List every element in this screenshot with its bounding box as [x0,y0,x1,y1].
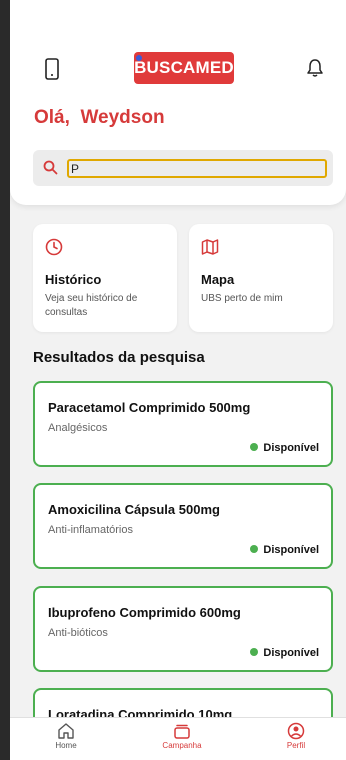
history-tile[interactable]: Histórico Veja seu histórico de consulta… [33,224,177,332]
history-title: Histórico [45,272,102,287]
status-label: Disponível [263,544,319,556]
medicine-name: Amoxicilina Cápsula 500mg [48,502,220,517]
app-logo: BUSCAMED [134,52,234,84]
medicine-category: Anti-inflamatórios [48,524,133,536]
greeting-title: Olá, Weydson [34,107,165,128]
app-screen: BUSCAMED Olá, Weydson Histórico Veja seu… [10,0,346,760]
nav-item-campaign[interactable]: Campanha [152,722,212,750]
clock-icon [45,238,63,256]
campaign-icon [174,724,190,739]
profile-icon [287,722,305,740]
availability-status: Disponível [250,544,319,556]
search-input[interactable] [67,159,327,178]
availability-status: Disponível [250,442,319,454]
home-icon [58,723,74,739]
medicine-category: Anti-bióticos [48,627,108,639]
history-description: Veja seu histórico de consultas [45,293,138,318]
medicine-name: Ibuprofeno Comprimido 600mg [48,605,241,620]
status-label: Disponível [263,442,319,454]
nav-label-campaign: Campanha [162,741,202,750]
status-dot [250,545,259,553]
header-card: BUSCAMED Olá, Weydson [10,0,346,205]
map-icon [201,239,219,255]
map-tile[interactable]: Mapa UBS perto de mim [189,224,333,332]
nav-item-home[interactable]: Home [36,722,96,750]
result-card[interactable]: Ibuprofeno Comprimido 600mg Anti-biótico… [33,586,333,672]
nav-label-profile: Perfil [286,741,306,750]
map-description: UBS perto de mim [201,293,283,304]
status-dot [250,648,259,656]
nav-label-home: Home [55,741,77,750]
logo-dot [136,55,142,61]
logo-text: BUSCAMED [134,58,234,77]
device-icon[interactable] [44,58,60,80]
bottom-navigation: Home Campanha Perfil [10,717,346,760]
availability-status: Disponível [250,647,319,659]
result-card[interactable]: Paracetamol Comprimido 500mg Analgésicos… [33,381,333,467]
medicine-name: Paracetamol Comprimido 500mg [48,400,251,415]
nav-item-profile[interactable]: Perfil [266,722,326,750]
map-title: Mapa [201,272,235,287]
results-heading: Resultados da pesquisa [33,349,205,366]
medicine-category: Analgésicos [48,422,108,434]
search-icon [43,160,58,175]
status-label: Disponível [263,647,319,659]
status-dot [250,443,259,451]
result-card[interactable]: Amoxicilina Cápsula 500mg Anti-inflamató… [33,483,333,569]
bell-icon[interactable] [306,58,324,78]
search-bar [33,150,333,186]
